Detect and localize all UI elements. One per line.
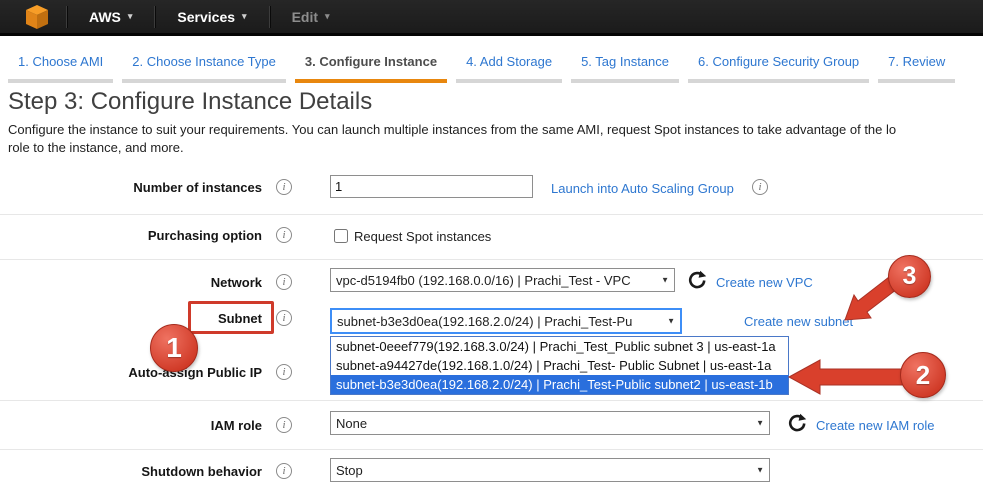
info-icon[interactable]: i — [276, 417, 292, 433]
tab-configure-instance[interactable]: 3. Configure Instance — [295, 46, 447, 83]
select-arrow-icon: ▼ — [661, 276, 669, 285]
subnet-option-selected[interactable]: subnet-b3e3d0ea(192.168.2.0/24) | Prachi… — [331, 375, 788, 394]
request-spot-instances-label: Request Spot instances — [354, 229, 491, 244]
create-new-iam-role-link[interactable]: Create new IAM role — [816, 418, 935, 433]
top-nav-bar: AWS ▾ Services ▾ Edit ▾ — [0, 0, 983, 36]
info-icon[interactable]: i — [276, 463, 292, 479]
iam-role-select-value: None — [336, 416, 367, 431]
number-of-instances-input[interactable] — [330, 175, 533, 198]
launch-auto-scaling-link[interactable]: Launch into Auto Scaling Group — [551, 181, 734, 196]
menu-aws[interactable]: AWS ▾ — [67, 0, 154, 33]
label-shutdown-behavior: Shutdown behavior — [0, 464, 262, 479]
menu-services[interactable]: Services ▾ — [155, 0, 268, 33]
annotation-badge-3: 3 — [888, 255, 931, 298]
chevron-down-icon: ▾ — [128, 11, 133, 22]
iam-role-select[interactable]: None ▼ — [330, 411, 770, 435]
wizard-steps-tabs: 1. Choose AMI 2. Choose Instance Type 3.… — [8, 46, 964, 83]
info-icon[interactable]: i — [276, 179, 292, 195]
create-new-vpc-link[interactable]: Create new VPC — [716, 275, 813, 290]
info-icon[interactable]: i — [276, 310, 292, 326]
select-arrow-icon: ▼ — [667, 317, 675, 326]
menu-edit-label: Edit — [292, 9, 318, 25]
info-icon[interactable]: i — [276, 364, 292, 380]
tab-configure-security-group[interactable]: 6. Configure Security Group — [688, 46, 869, 83]
request-spot-instances-checkbox[interactable] — [334, 229, 348, 243]
tab-review[interactable]: 7. Review — [878, 46, 955, 83]
refresh-iam-role-icon[interactable] — [787, 413, 807, 433]
info-icon[interactable]: i — [276, 274, 292, 290]
menu-edit[interactable]: Edit ▾ — [270, 0, 352, 33]
info-icon[interactable]: i — [752, 179, 768, 195]
subnet-option[interactable]: subnet-0eeef779(192.168.3.0/24) | Prachi… — [331, 337, 788, 356]
tab-add-storage[interactable]: 4. Add Storage — [456, 46, 562, 83]
label-number-of-instances: Number of instances — [0, 180, 262, 195]
label-auto-assign-public-ip: Auto-assign Public IP — [0, 365, 262, 380]
chevron-down-icon: ▾ — [325, 11, 330, 22]
create-new-subnet-link[interactable]: Create new subnet — [744, 314, 853, 329]
shutdown-behavior-select[interactable]: Stop ▼ — [330, 458, 770, 482]
label-iam-role: IAM role — [0, 418, 262, 433]
row-divider — [0, 214, 983, 215]
label-subnet: Subnet — [0, 311, 262, 326]
label-purchasing-option: Purchasing option — [0, 228, 262, 243]
menu-services-label: Services — [177, 9, 235, 25]
page-title: Step 3: Configure Instance Details — [8, 88, 372, 116]
chevron-down-icon: ▾ — [242, 11, 247, 22]
annotation-badge-2: 2 — [900, 352, 946, 398]
subnet-select[interactable]: subnet-b3e3d0ea(192.168.2.0/24) | Prachi… — [330, 308, 682, 334]
aws-cube-logo-icon[interactable] — [26, 5, 48, 29]
select-arrow-icon: ▼ — [756, 466, 764, 475]
network-select[interactable]: vpc-d5194fb0 (192.168.0.0/16) | Prachi_T… — [330, 268, 675, 292]
tab-choose-instance-type[interactable]: 2. Choose Instance Type — [122, 46, 286, 83]
page-description-line1: Configure the instance to suit your requ… — [8, 122, 983, 137]
arrow-to-selected-subnet — [789, 360, 905, 394]
subnet-dropdown-list: subnet-0eeef779(192.168.3.0/24) | Prachi… — [330, 336, 789, 395]
info-icon[interactable]: i — [276, 227, 292, 243]
network-select-value: vpc-d5194fb0 (192.168.0.0/16) | Prachi_T… — [336, 273, 631, 288]
subnet-select-value: subnet-b3e3d0ea(192.168.2.0/24) | Prachi… — [337, 314, 632, 329]
shutdown-behavior-select-value: Stop — [336, 463, 363, 478]
label-network: Network — [0, 275, 262, 290]
row-divider — [0, 449, 983, 450]
tab-choose-ami[interactable]: 1. Choose AMI — [8, 46, 113, 83]
subnet-option[interactable]: subnet-a94427de(192.168.1.0/24) | Prachi… — [331, 356, 788, 375]
tab-tag-instance[interactable]: 5. Tag Instance — [571, 46, 679, 83]
refresh-vpc-icon[interactable] — [687, 270, 707, 290]
menu-aws-label: AWS — [89, 9, 121, 25]
row-divider — [0, 400, 983, 401]
page-description-line2: role to the instance, and more. — [8, 140, 983, 155]
select-arrow-icon: ▼ — [756, 419, 764, 428]
row-divider — [0, 259, 983, 260]
